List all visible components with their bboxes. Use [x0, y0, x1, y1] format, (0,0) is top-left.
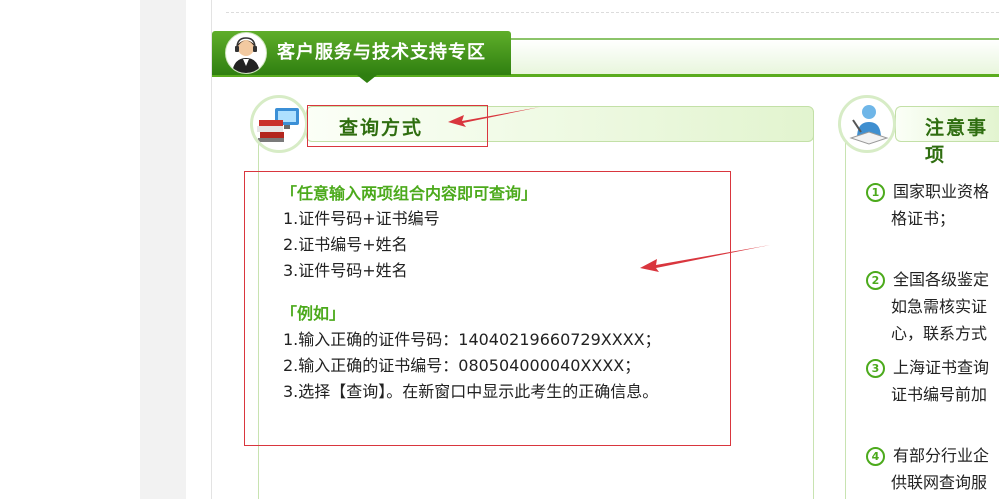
note-item-2-cont: 心，联系方式 [891, 324, 988, 343]
combo-heading: 「任意输入两项组合内容即可查询」 [281, 184, 538, 203]
example-item: 3.选择【查询】。在新窗口中显示此考生的正确信息。 [283, 382, 659, 401]
reader-person-icon [838, 95, 896, 153]
left-side-band [140, 0, 186, 499]
annotation-arrow-title [448, 107, 540, 127]
note-item-2-cont: 如急需核实证 [891, 297, 988, 316]
note-item-1-cont: 格证书； [891, 209, 956, 228]
combo-item: 2.证书编号+姓名 [283, 235, 408, 254]
section-tab-pointer [357, 75, 377, 83]
example-item: 2.输入正确的证书编号：080504000040XXXX； [283, 356, 641, 375]
books-monitor-icon [250, 95, 308, 153]
note-item-4-cont: 供联网查询服 [891, 473, 988, 492]
note-item-3-cont: 证书编号前加 [891, 385, 988, 404]
example-heading: 「例如」 [281, 304, 346, 323]
note-item-2: 2 全国各级鉴定 [866, 266, 989, 290]
number-3-icon: 3 [866, 359, 885, 378]
number-1-icon: 1 [866, 183, 885, 202]
note-item-3: 3 上海证书查询 [866, 354, 989, 378]
section-title: 客户服务与技术支持专区 [277, 42, 486, 63]
combo-item: 1.证件号码+证书编号 [283, 209, 440, 228]
example-item: 1.输入正确的证件号码：14040219660729XXXX； [283, 330, 661, 349]
notes-title: 注意事项 [925, 117, 989, 166]
annotation-arrow-content [640, 245, 770, 272]
left-gutter [0, 0, 140, 499]
number-4-icon: 4 [866, 447, 885, 466]
top-divider [226, 12, 999, 13]
number-2-icon: 2 [866, 271, 885, 290]
note-item-4: 4 有部分行业企 [866, 442, 989, 466]
note-item-1: 1 国家职业资格 [866, 178, 989, 202]
customer-service-agent-icon [225, 32, 267, 74]
combo-item: 3.证件号码+姓名 [283, 261, 408, 280]
